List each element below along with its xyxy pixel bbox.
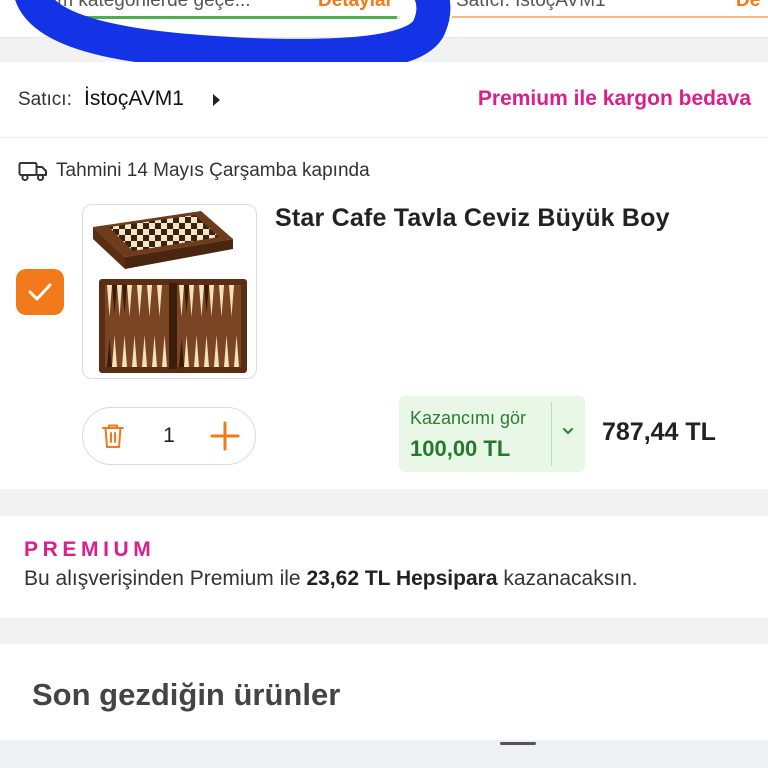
premium-badge: PREMIUM <box>24 538 156 561</box>
recently-viewed-section: Son gezdiğin ürünler <box>0 644 768 768</box>
recently-viewed-carousel[interactable] <box>0 740 768 768</box>
delivery-text: Tahmini 14 Mayıs Çarşamba kapında <box>56 160 370 181</box>
quantity-value: 1 <box>163 424 175 447</box>
seller-prefix: Satıcı: <box>18 89 72 110</box>
chevron-down-icon[interactable] <box>561 426 575 436</box>
top-right-fragment[interactable]: De <box>736 0 760 12</box>
premium-info-card[interactable]: PREMIUM Bu alışverişinden Premium ile 23… <box>0 516 768 618</box>
cart-item-card: Satıcı: İstoçAVM1 Premium ile kargon bed… <box>0 62 768 489</box>
premium-text-before: Bu alışverişinden Premium ile <box>24 567 307 590</box>
premium-cashback-text: Bu alışverişinden Premium ile 23,62 TL H… <box>24 567 638 591</box>
campaign-progress-fill <box>60 16 397 19</box>
see-my-gain-button[interactable]: Kazancımı gör 100,00 TL <box>399 396 585 472</box>
checkmark-icon <box>28 283 52 301</box>
plus-icon <box>210 421 240 451</box>
gain-separator <box>551 402 552 466</box>
quantity-stepper: 1 <box>82 407 256 465</box>
chevron-right-icon <box>213 94 220 106</box>
category-hint: ım kategorilerde geçe... <box>52 0 251 11</box>
seller-row[interactable]: Satıcı: İstoçAVM1 Premium ile kargon bed… <box>0 62 768 138</box>
drag-handle[interactable] <box>500 742 536 745</box>
details-link[interactable]: Detaylar <box>318 0 393 12</box>
delete-item-button[interactable] <box>83 408 143 464</box>
top-seller-fragment: Satıcı: İstoçAVM1 <box>456 0 606 11</box>
campaign-progress-bar <box>60 16 400 19</box>
top-divider <box>452 16 768 18</box>
truck-icon <box>18 162 47 182</box>
increase-quantity-button[interactable] <box>195 408 255 464</box>
item-price: 787,44 TL <box>602 418 716 446</box>
item-select-checkbox[interactable] <box>16 269 64 315</box>
premium-text-amount: 23,62 TL Hepsipara <box>306 567 498 590</box>
recently-viewed-title: Son gezdiğin ürünler <box>32 677 341 712</box>
product-image[interactable] <box>82 204 257 379</box>
backgammon-board-image <box>93 211 247 373</box>
premium-free-shipping-text[interactable]: Premium ile kargon bedava <box>478 87 751 111</box>
premium-text-after: kazanacaksın. <box>497 567 638 590</box>
top-strip: ım kategorilerde geçe... Detaylar Satıcı… <box>0 0 768 38</box>
trash-icon <box>102 424 124 448</box>
product-title[interactable]: Star Cafe Tavla Ceviz Büyük Boy <box>275 204 670 233</box>
gain-amount: 100,00 TL <box>410 436 511 461</box>
gain-label: Kazancımı gör <box>410 408 527 428</box>
delivery-estimate: Tahmini 14 Mayıs Çarşamba kapında <box>18 160 370 182</box>
seller-name-link[interactable]: İstoçAVM1 <box>84 87 184 111</box>
